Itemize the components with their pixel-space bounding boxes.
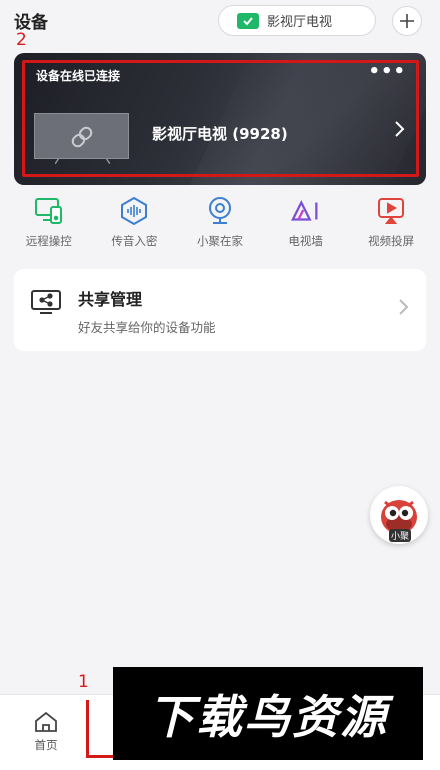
ai-icon bbox=[290, 195, 322, 227]
feature-remote-control[interactable]: 远程操控 bbox=[9, 189, 89, 251]
feature-tv-wall[interactable]: 电视墙 bbox=[266, 189, 346, 251]
feature-label: 远程操控 bbox=[25, 234, 72, 248]
annotation-number-1: 1 bbox=[78, 672, 89, 692]
top-header: 设备 影视厅电视 bbox=[0, 0, 440, 40]
watermark-text: 下载鸟资源 bbox=[148, 689, 388, 744]
share-subtitle: 好友共享给你的设备功能 bbox=[78, 320, 216, 335]
current-device-selector[interactable]: 影视厅电视 bbox=[218, 5, 376, 36]
voice-wave-icon bbox=[118, 195, 150, 227]
home-icon bbox=[35, 711, 57, 732]
share-management-card[interactable]: 共享管理 好友共享给你的设备功能 bbox=[14, 269, 426, 351]
webcam-icon bbox=[204, 195, 236, 227]
add-device-button[interactable] bbox=[392, 6, 422, 36]
share-title: 共享管理 bbox=[78, 290, 143, 309]
watermark-overlay: 下载鸟资源 bbox=[113, 667, 423, 760]
feature-video-cast[interactable]: 视频投屏 bbox=[351, 189, 431, 251]
tv-icon bbox=[237, 12, 259, 29]
video-cast-icon bbox=[375, 195, 407, 227]
feature-voice-transmit[interactable]: 传音入密 bbox=[94, 189, 174, 251]
feature-home-watch[interactable]: 小聚在家 bbox=[180, 189, 260, 251]
annotation-number-2: 2 bbox=[16, 30, 27, 50]
feature-row: 远程操控 传音入密 小聚在家 电视墙 视频投屏 bbox=[0, 189, 440, 251]
feature-label: 传音入密 bbox=[111, 234, 158, 248]
feature-label: 小聚在家 bbox=[196, 234, 243, 248]
assistant-label: 小聚 bbox=[389, 529, 412, 542]
plus-icon bbox=[400, 14, 414, 28]
nav-home-label: 首页 bbox=[34, 738, 58, 752]
chevron-right-icon bbox=[398, 297, 410, 321]
annotation-highlight-box bbox=[22, 60, 419, 177]
feature-label: 视频投屏 bbox=[368, 234, 415, 248]
feature-label: 电视墙 bbox=[288, 234, 323, 248]
share-screen-icon bbox=[30, 289, 62, 319]
remote-control-icon bbox=[33, 195, 65, 227]
current-device-name: 影视厅电视 bbox=[267, 15, 333, 30]
nav-home-tab[interactable]: 首页 bbox=[26, 711, 66, 753]
